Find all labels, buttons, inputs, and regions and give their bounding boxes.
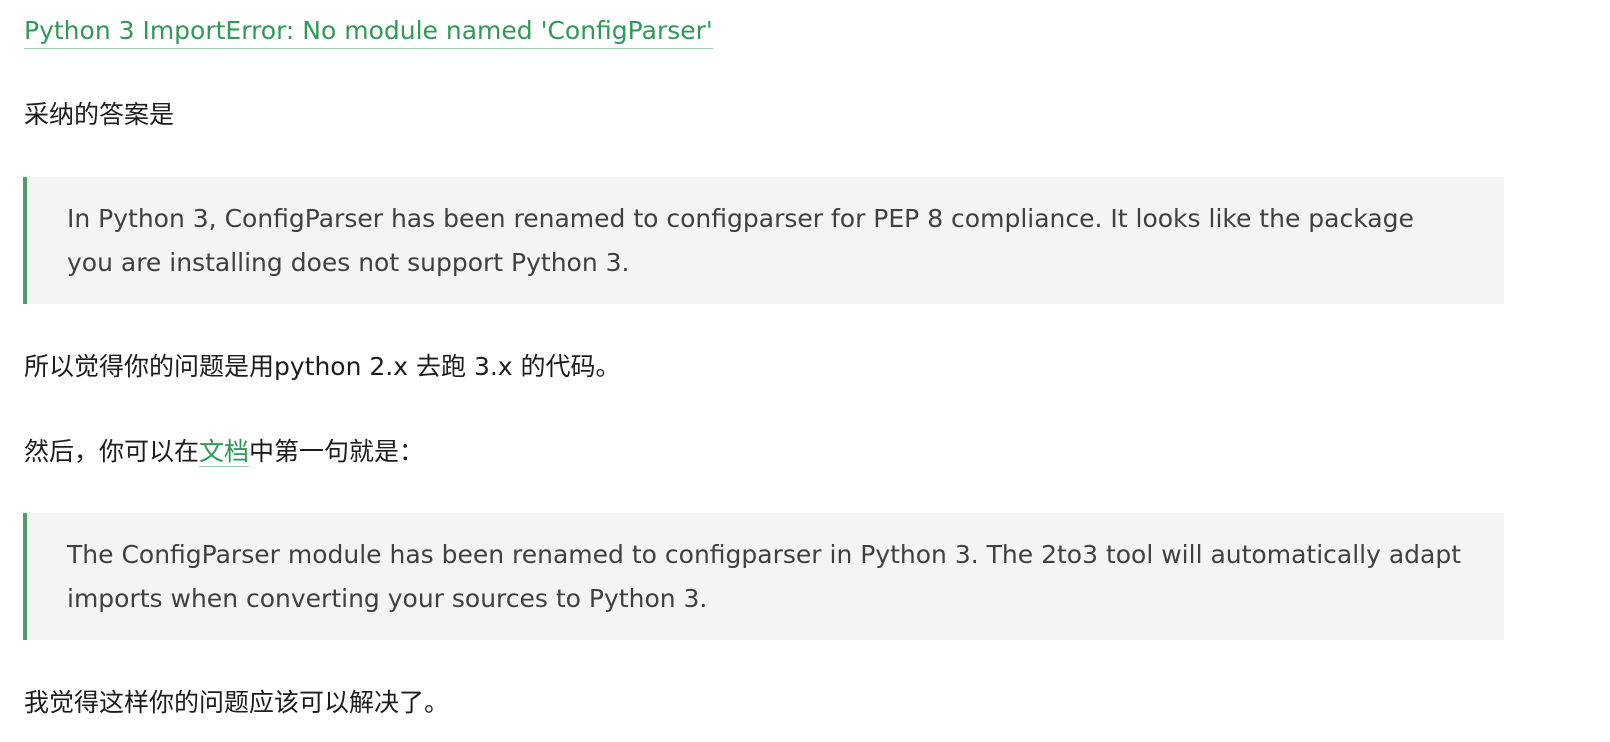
quote-line-2: you are installing does not support Pyth… xyxy=(67,248,630,277)
documentation-sentence-prefix: 然后，你可以在 xyxy=(24,437,200,466)
accepted-answer-quote: In Python 3, ConfigParser has been renam… xyxy=(23,177,1504,304)
documentation-sentence: 然后，你可以在文档中第一句就是： xyxy=(24,435,424,469)
conclusion-text: 我觉得这样你的问题应该可以解决了。 xyxy=(24,688,450,717)
documentation-link[interactable]: 文档 xyxy=(199,437,250,467)
accepted-answer-label: 采纳的答案是 xyxy=(24,100,175,129)
answer-content: Python 3 ImportError: No module named 'C… xyxy=(0,0,1610,742)
documentation-quote: The ConfigParser module has been renamed… xyxy=(23,513,1504,640)
explanation-text: 所以觉得你的问题是用python 2.x 去跑 3.x 的代码。 xyxy=(24,352,621,381)
question-title-link[interactable]: Python 3 ImportError: No module named 'C… xyxy=(24,14,713,49)
quote-line-1: In Python 3, ConfigParser has been renam… xyxy=(67,204,1414,233)
documentation-quote-line-1: The ConfigParser module has been renamed… xyxy=(67,540,1462,569)
documentation-quote-line-2: imports when converting your sources to … xyxy=(67,584,708,613)
documentation-sentence-suffix: 中第一句就是： xyxy=(249,437,425,466)
